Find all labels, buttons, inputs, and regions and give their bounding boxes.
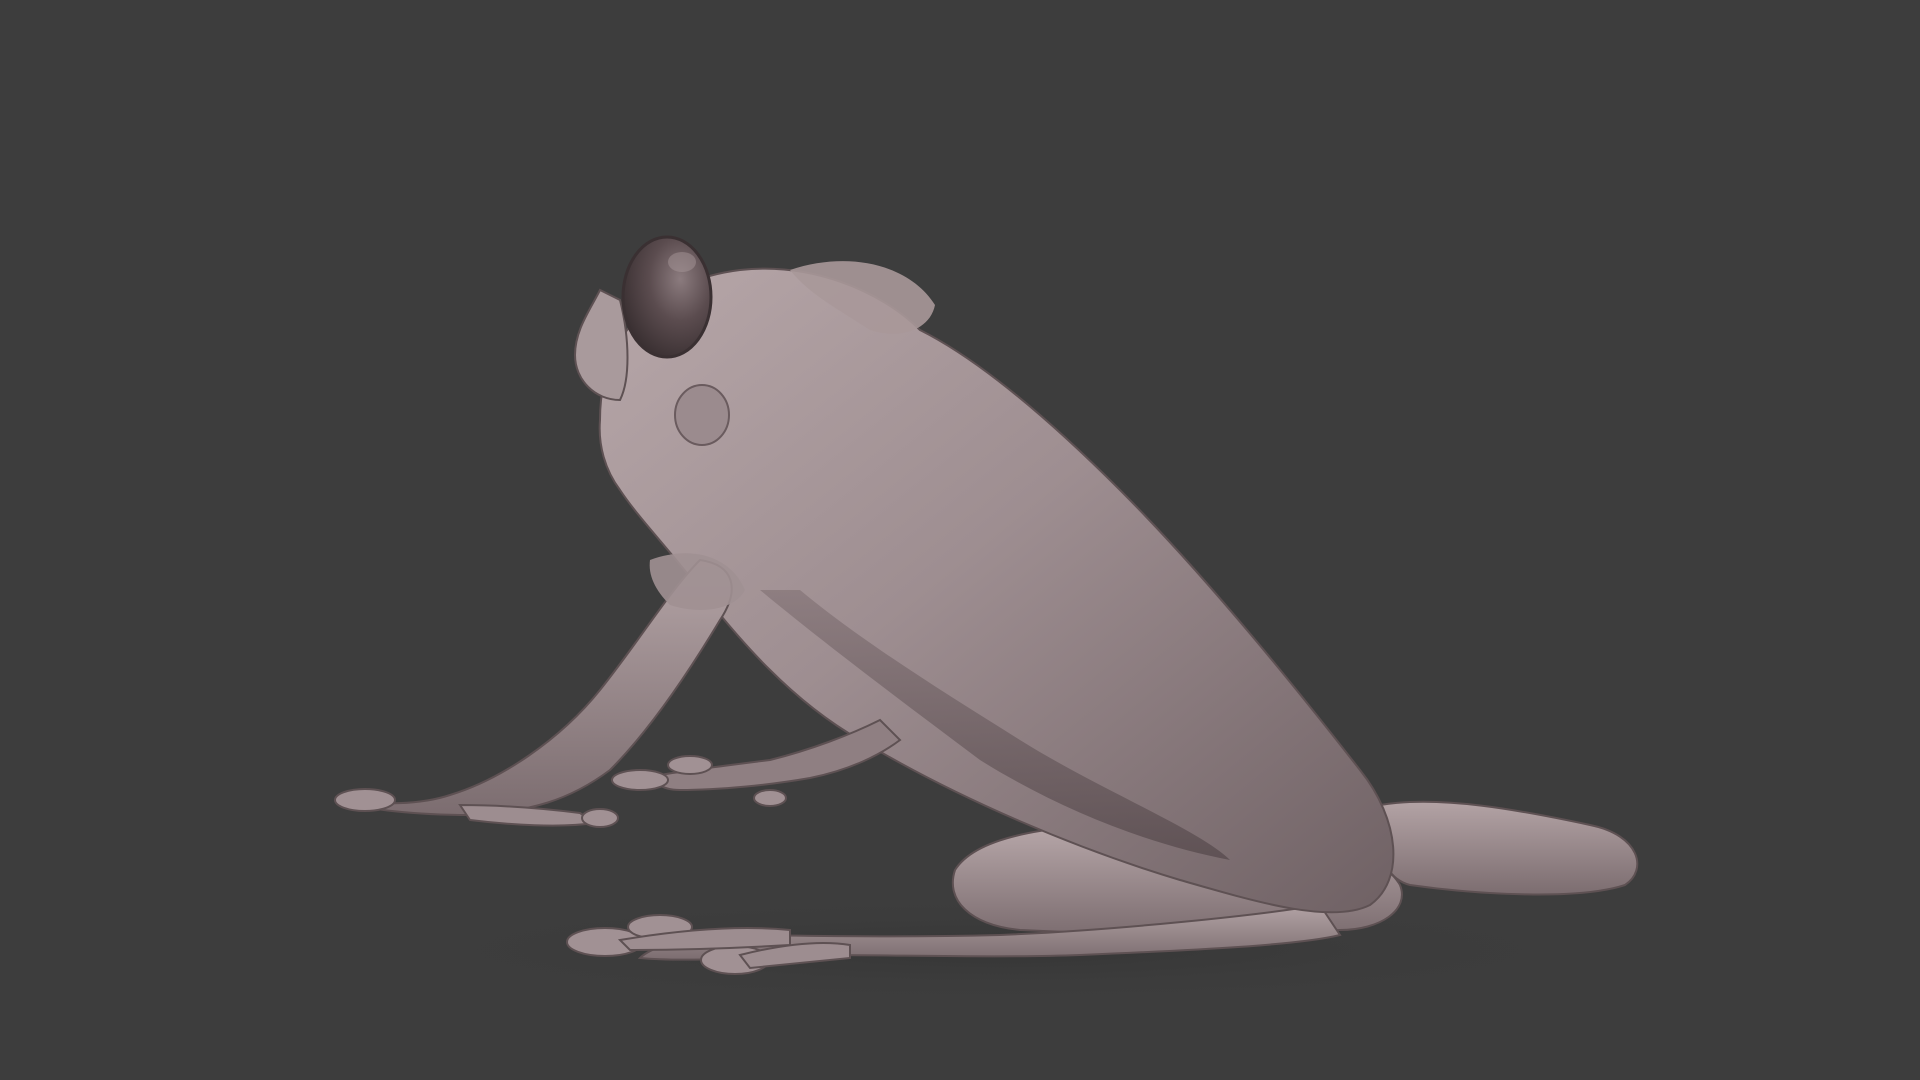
frog-sculpt-render — [334, 235, 1640, 1005]
front-arm-right — [655, 718, 902, 792]
frog-snout — [573, 288, 629, 402]
tympanum — [674, 384, 730, 446]
viewport-canvas[interactable] — [0, 0, 1920, 1080]
back-foot-right — [1379, 800, 1639, 896]
toe-pad — [334, 788, 396, 812]
toe-pad — [753, 789, 787, 807]
eye-highlight — [668, 252, 696, 272]
toe-pad — [581, 808, 619, 828]
toe-pad — [611, 769, 669, 791]
finger — [458, 803, 598, 827]
frog-eye — [621, 235, 713, 359]
toe-pad — [667, 755, 713, 775]
